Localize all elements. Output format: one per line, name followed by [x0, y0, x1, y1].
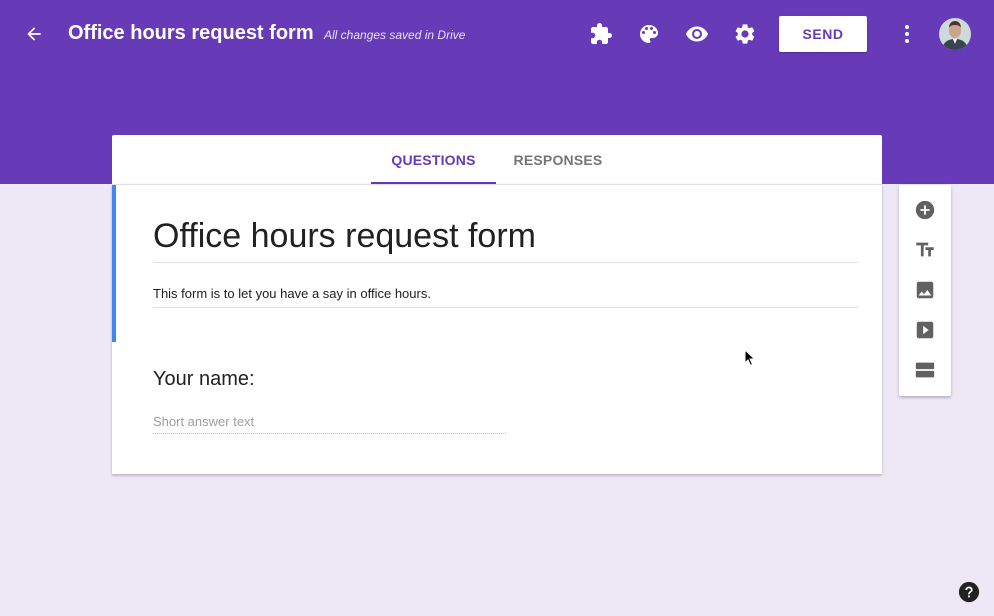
- palette-button[interactable]: [635, 20, 663, 48]
- image-icon: [916, 281, 934, 299]
- preview-button[interactable]: [683, 20, 711, 48]
- palette-icon: [640, 25, 658, 43]
- add-title-button[interactable]: [911, 236, 939, 264]
- add-section-button[interactable]: [911, 356, 939, 384]
- add-question-button[interactable]: [911, 196, 939, 224]
- user-avatar-icon: [939, 18, 971, 50]
- add-circle-icon: [915, 200, 935, 220]
- settings-button[interactable]: [731, 20, 759, 48]
- save-status: All changes saved in Drive: [324, 28, 466, 42]
- form-title-input[interactable]: Office hours request form: [153, 217, 858, 263]
- form-description-input[interactable]: This form is to let you have a say in of…: [153, 286, 858, 308]
- video-icon: [916, 321, 934, 339]
- question-title[interactable]: Your name:: [153, 368, 255, 391]
- puzzle-addons-icon: [591, 23, 612, 44]
- short-answer-placeholder: Short answer text: [153, 414, 506, 434]
- mouse-cursor-icon: [744, 349, 756, 367]
- add-video-button[interactable]: [911, 316, 939, 344]
- form-card: Office hours request form This form is t…: [112, 184, 882, 474]
- addons-button[interactable]: [587, 20, 615, 48]
- app-title: Office hours request form: [68, 22, 314, 44]
- section-icon: [915, 362, 935, 378]
- title-text-icon: [916, 242, 934, 257]
- tab-questions[interactable]: QUESTIONS: [371, 135, 496, 184]
- arrow-back-icon: [27, 27, 41, 41]
- active-section-indicator: [112, 185, 116, 342]
- avatar[interactable]: [939, 18, 971, 50]
- tabs-bar: QUESTIONS RESPONSES: [112, 135, 882, 184]
- back-button[interactable]: [20, 20, 48, 48]
- help-button[interactable]: [958, 581, 980, 603]
- more-vert-icon: [905, 25, 909, 43]
- tab-responses[interactable]: RESPONSES: [504, 135, 612, 184]
- send-button[interactable]: SEND: [779, 16, 867, 52]
- more-options-button[interactable]: [895, 20, 919, 48]
- help-icon: [958, 581, 980, 603]
- side-toolbar: [899, 185, 951, 396]
- eye-preview-icon: [686, 26, 708, 42]
- gear-settings-icon: [735, 24, 755, 44]
- add-image-button[interactable]: [911, 276, 939, 304]
- top-app-bar: Office hours request form All changes sa…: [0, 0, 994, 68]
